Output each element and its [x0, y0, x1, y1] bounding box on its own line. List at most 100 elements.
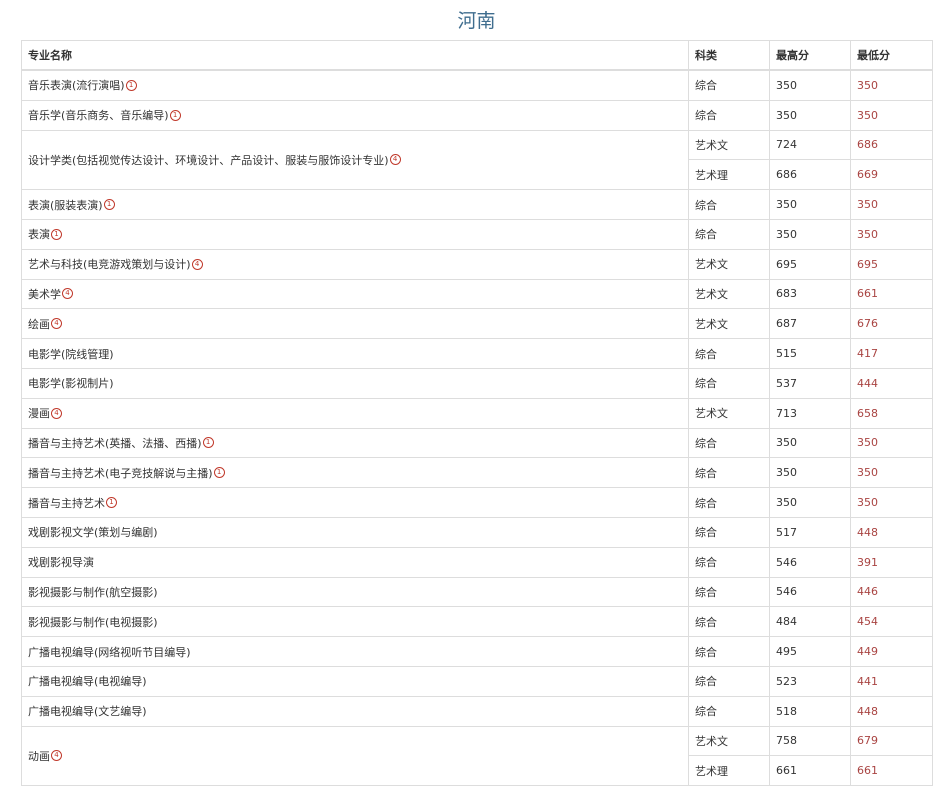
max-score-cell: 515 [769, 338, 851, 369]
circled-number-1-icon: 1 [51, 228, 62, 240]
table-row: 播音与主持艺术(电子竞技解说与主播) 1 综合 350 350 [21, 457, 933, 489]
header-category: 科类 [688, 40, 770, 71]
table-row: 设计学类(包括视觉传达设计、环境设计、产品设计、服装与服饰设计专业) 4 艺术文 72… [21, 129, 933, 191]
min-score-cell: 441 [850, 665, 933, 697]
header-major: 专业名称 [21, 40, 689, 71]
major-name: 播音与主持艺术 [28, 496, 105, 510]
min-score-cell: 350 [850, 99, 933, 131]
category-cell: 综合 [688, 576, 770, 608]
max-score-cell: 517 [769, 516, 851, 548]
category-cell: 艺术文 [688, 129, 770, 161]
score-table: 专业名称 科类 最高分 最低分 音乐表演(流行演唱) 1 综合 350 350 音乐学(音… [21, 40, 933, 787]
table-header: 专业名称 科类 最高分 最低分 [21, 40, 933, 71]
category-cell: 综合 [688, 546, 770, 578]
max-score-cell: 350 [769, 487, 851, 518]
major-name: 播音与主持艺术(电子竞技解说与主播) [28, 466, 213, 480]
circled-number-1-icon: 1 [103, 199, 115, 211]
table-row: 表演(服装表演) 1 综合 350 350 [21, 189, 933, 220]
major-name: 广播电视编导(网络视听节目编导) [28, 645, 191, 659]
category-cell: 艺术文 [688, 278, 770, 310]
min-score-cell: 686 [850, 129, 933, 161]
major-name: 广播电视编导(电视编导) [28, 675, 147, 689]
major-name: 电影学(影视制片) [28, 377, 114, 391]
major-cell: 动画 4 [21, 725, 689, 787]
category-cell: 综合 [688, 636, 770, 667]
min-score-cell: 454 [850, 606, 933, 638]
major-name: 动画 [28, 749, 50, 763]
circled-number-4-icon: 4 [389, 154, 401, 166]
category-cell: 综合 [688, 457, 770, 489]
major-cell: 影视摄影与制作(电视摄影) [21, 606, 689, 638]
min-score-cell: 661 [850, 278, 933, 310]
major-name: 影视摄影与制作(电视摄影) [28, 615, 158, 629]
major-cell: 播音与主持艺术(电子竞技解说与主播) 1 [21, 457, 689, 489]
header-max-score: 最高分 [769, 40, 851, 71]
category-cell: 综合 [688, 99, 770, 131]
major-cell: 音乐表演(流行演唱) 1 [21, 69, 689, 101]
major-cell: 绘画 4 [21, 308, 689, 340]
max-score-cell: 350 [769, 457, 851, 489]
table-row: 广播电视编导(文艺编导) 综合 518 448 [21, 695, 933, 727]
table-row: 影视摄影与制作(航空摄影) 综合 546 446 [21, 576, 933, 608]
circled-number-1-icon: 1 [169, 109, 181, 121]
table-row: 影视摄影与制作(电视摄影) 综合 484 454 [21, 606, 933, 638]
category-cell: 艺术理 [688, 159, 770, 191]
max-score-cell: 350 [769, 218, 851, 250]
major-cell: 影视摄影与制作(航空摄影) [21, 576, 689, 608]
min-score-cell: 669 [850, 159, 933, 191]
max-score-cell: 713 [769, 397, 851, 429]
header-row: 专业名称 科类 最高分 最低分 [21, 40, 933, 71]
category-cell: 综合 [688, 665, 770, 697]
table-row: 广播电视编导(电视编导) 综合 523 441 [21, 665, 933, 697]
max-score-cell: 546 [769, 546, 851, 578]
max-score-cell: 350 [769, 69, 851, 101]
table-row: 播音与主持艺术 1 综合 350 350 [21, 487, 933, 518]
category-cell: 综合 [688, 606, 770, 638]
major-cell: 设计学类(包括视觉传达设计、环境设计、产品设计、服装与服饰设计专业) 4 [21, 129, 689, 191]
min-score-cell: 446 [850, 576, 933, 608]
max-score-cell: 523 [769, 665, 851, 697]
circled-number-1-icon: 1 [125, 79, 137, 91]
major-cell: 表演 1 [21, 218, 689, 250]
max-score-cell: 683 [769, 278, 851, 310]
category-cell: 综合 [688, 427, 770, 459]
category-cell: 艺术文 [688, 397, 770, 429]
max-score-cell: 546 [769, 576, 851, 608]
table-row: 绘画 4 艺术文 687 676 [21, 308, 933, 340]
table-row: 表演 1 综合 350 350 [21, 218, 933, 250]
major-name: 影视摄影与制作(航空摄影) [28, 585, 158, 599]
max-score-cell: 350 [769, 99, 851, 131]
circled-number-4-icon: 4 [51, 318, 62, 330]
major-name: 电影学(院线管理) [28, 347, 114, 361]
min-score-cell: 448 [850, 695, 933, 727]
major-cell: 播音与主持艺术 1 [21, 487, 689, 518]
major-name: 音乐学(音乐商务、音乐编导) [28, 109, 169, 123]
max-score-cell: 495 [769, 636, 851, 667]
circled-number-4-icon: 4 [62, 288, 73, 300]
table-row: 电影学(影视制片) 综合 537 444 [21, 367, 933, 399]
table-row: 音乐学(音乐商务、音乐编导) 1 综合 350 350 [21, 99, 933, 131]
page-title: 河南 [457, 10, 496, 32]
category-cell: 艺术文 [688, 308, 770, 340]
max-score-cell: 724 [769, 129, 851, 161]
major-cell: 艺术与科技(电竞游戏策划与设计) 4 [21, 248, 689, 280]
min-score-cell: 444 [850, 367, 933, 399]
major-cell: 漫画 4 [21, 397, 689, 429]
major-name: 表演(服装表演) [28, 198, 103, 212]
min-score-cell: 658 [850, 397, 933, 429]
category-cell: 综合 [688, 69, 770, 101]
table-row: 漫画 4 艺术文 713 658 [21, 397, 933, 429]
major-cell: 戏剧影视导演 [21, 546, 689, 578]
max-score-cell: 537 [769, 367, 851, 399]
major-name: 艺术与科技(电竞游戏策划与设计) [28, 258, 191, 272]
table-row: 戏剧影视导演 综合 546 391 [21, 546, 933, 578]
min-score-cell: 448 [850, 516, 933, 548]
max-score-cell: 686 [769, 159, 851, 191]
category-cell: 综合 [688, 338, 770, 369]
major-cell: 广播电视编导(电视编导) [21, 665, 689, 697]
major-name: 绘画 [28, 317, 50, 331]
table-row: 电影学(院线管理) 综合 515 417 [21, 338, 933, 369]
table-row: 动画 4 艺术文 758 679 [21, 725, 933, 787]
category-cell: 综合 [688, 695, 770, 727]
min-score-cell: 417 [850, 338, 933, 369]
